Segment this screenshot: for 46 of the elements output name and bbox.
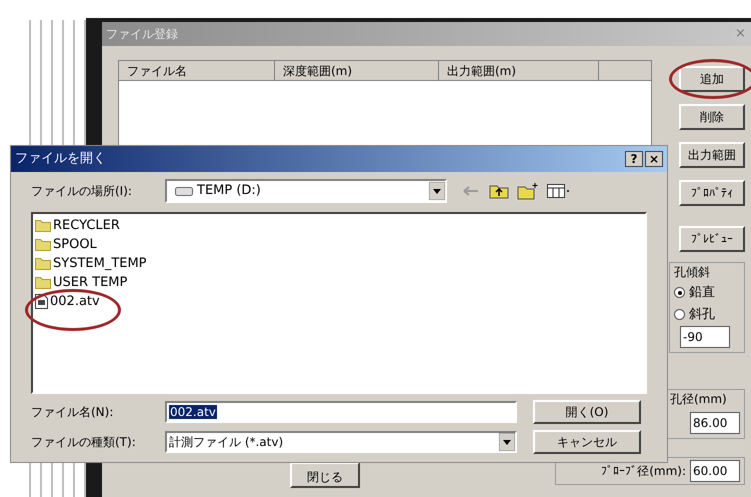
radio-label: 斜孔: [689, 306, 715, 324]
close-button[interactable]: ×: [645, 151, 663, 167]
file-item[interactable]: RECYCLER: [35, 216, 120, 235]
radio-label: 鉛直: [689, 284, 715, 302]
field-label: ﾌﾟﾛｰﾌﾞ径(mm):: [601, 463, 686, 480]
column-header[interactable]: 出力範囲(m): [439, 61, 599, 81]
input-field[interactable]: 002.atv: [165, 401, 517, 423]
radio-button[interactable]: [674, 308, 685, 320]
field-label: ファイル名(N):: [31, 404, 114, 421]
folder-icon: [35, 219, 51, 232]
button[interactable]: 削除: [679, 104, 745, 130]
dropdown[interactable]: 計測ファイル (*.atv): [165, 431, 517, 453]
file-item[interactable]: 002.atv: [35, 292, 100, 311]
column-header[interactable]: ファイル名: [119, 61, 275, 81]
file-item[interactable]: SPOOL: [35, 235, 97, 254]
button[interactable]: ﾌﾟﾛﾊﾟﾃｨ: [679, 180, 745, 206]
dropdown[interactable]: TEMP (D:): [165, 179, 447, 203]
window-title: ファイル登録: [106, 26, 178, 43]
dropdown-arrow-icon[interactable]: [499, 433, 515, 451]
folder-icon: [35, 238, 51, 251]
dropdown-arrow-icon[interactable]: [429, 182, 445, 200]
folder-icon: [35, 257, 51, 270]
group-title: 孔傾斜: [674, 264, 711, 281]
button[interactable]: ﾌﾟﾚﾋﾞｭｰ: [679, 226, 745, 252]
file-item[interactable]: USER TEMP: [35, 273, 128, 292]
field-label: ファイルの種類(T):: [31, 434, 137, 451]
group-title: 孔径(mm): [670, 391, 727, 408]
input-field[interactable]: 60.00: [690, 460, 740, 482]
cancel-button[interactable]: キャンセル: [533, 430, 641, 454]
close-button[interactable]: 閉じる: [290, 462, 360, 488]
radio-button[interactable]: [674, 287, 685, 298]
button[interactable]: 追加: [679, 66, 745, 92]
drive-icon: [175, 186, 193, 196]
window-title: ファイルを開く: [15, 150, 106, 168]
folder-icon: [35, 276, 51, 289]
input-field[interactable]: 86.00: [690, 412, 740, 434]
open-button[interactable]: 開く(O): [533, 400, 641, 424]
new-folder-icon[interactable]: [517, 182, 539, 200]
folder-up-icon[interactable]: [489, 183, 509, 199]
column-header[interactable]: 深度範囲(m): [275, 61, 439, 81]
view-menu-icon[interactable]: [547, 184, 571, 198]
help-button[interactable]: ?: [625, 151, 643, 167]
file-item[interactable]: SYSTEM_TEMP: [35, 254, 147, 273]
field-label: ファイルの場所(I):: [31, 183, 133, 200]
button[interactable]: 出力範囲: [679, 142, 745, 168]
input-field[interactable]: -90: [680, 326, 730, 348]
